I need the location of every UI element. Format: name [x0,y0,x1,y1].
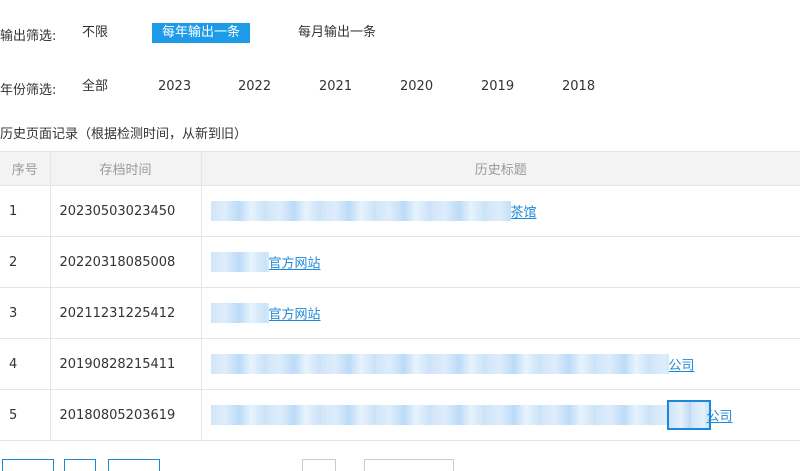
history-section-title: 历史页面记录（根据检测时间，从新到旧） [0,127,248,142]
redacted-title-blur [210,354,669,374]
pagination-bar [0,459,800,471]
row-index: 3 [0,287,51,339]
row-archive-time: 20180805203619 [50,389,202,441]
row-archive-time: 20230503023450 [50,185,202,237]
redacted-title-blur [210,405,667,425]
row-archive-time: 20190828215411 [50,338,202,390]
row-index: 4 [0,338,51,390]
table-row: 3 20211231225412 官方网站 [0,287,800,339]
history-table: 序号 存档时间 历史标题 1 20230503023450 茶馆 2 20220… [0,151,800,441]
redacted-title-blur [210,303,269,323]
year-filter-row: 年份筛选: 全部 2023 2022 2021 2020 2019 2018 [0,76,800,98]
output-filter-option-monthly[interactable]: 每月输出一条 [298,23,376,43]
row-title-cell: 公司 [201,338,800,390]
history-title-link[interactable]: 官方网站 [269,308,321,323]
row-archive-time: 20211231225412 [50,287,202,339]
next-page-button[interactable] [108,459,160,471]
history-title-link[interactable]: 官方网站 [269,257,321,272]
year-filter-option-2022[interactable]: 2022 [238,77,271,97]
row-index: 5 [0,389,51,441]
redacted-title-blur [210,252,269,272]
output-filter-label: 输出筛选: [0,29,57,44]
year-filter-option-2023[interactable]: 2023 [158,77,191,97]
history-title-link[interactable]: 公司 [707,410,733,425]
output-filter-option-unlimited[interactable]: 不限 [82,23,108,43]
row-index: 1 [0,185,51,237]
row-title-cell: 茶馆 [201,185,800,237]
output-filter-row: 输出筛选: 不限 每年输出一条 每月输出一条 [0,22,800,44]
table-row: 1 20230503023450 茶馆 [0,185,800,237]
header-archive-time: 存档时间 [50,151,202,186]
table-row: 5 20180805203619 公司 [0,389,800,441]
table-row: 4 20190828215411 公司 [0,338,800,390]
row-title-cell: 官方网站 [201,236,800,288]
row-title-cell: 官方网站 [201,287,800,339]
header-history-title: 历史标题 [201,151,800,186]
redacted-title-blur [210,201,511,221]
history-title-link[interactable]: 公司 [669,359,695,374]
row-index: 2 [0,236,51,288]
year-filter-option-2021[interactable]: 2021 [319,77,352,97]
year-filter-option-all[interactable]: 全部 [82,77,108,97]
first-page-button[interactable] [2,459,54,471]
year-filter-option-2018[interactable]: 2018 [562,77,595,97]
table-header-row: 序号 存档时间 历史标题 [0,151,800,186]
row-archive-time: 20220318085008 [50,236,202,288]
output-filter-option-yearly[interactable]: 每年输出一条 [152,23,251,43]
prev-page-button[interactable] [64,459,96,471]
history-title-link[interactable]: 茶馆 [511,206,537,221]
year-filter-label: 年份筛选: [0,83,57,98]
year-filter-option-2020[interactable]: 2020 [400,77,433,97]
header-index: 序号 [0,151,51,186]
year-filter-option-2019[interactable]: 2019 [481,77,514,97]
table-row: 2 20220318085008 官方网站 [0,236,800,288]
focused-link-highlight[interactable] [666,400,711,430]
page-number-input[interactable] [302,459,336,471]
row-title-cell: 公司 [201,389,800,441]
go-page-button[interactable] [364,459,454,471]
